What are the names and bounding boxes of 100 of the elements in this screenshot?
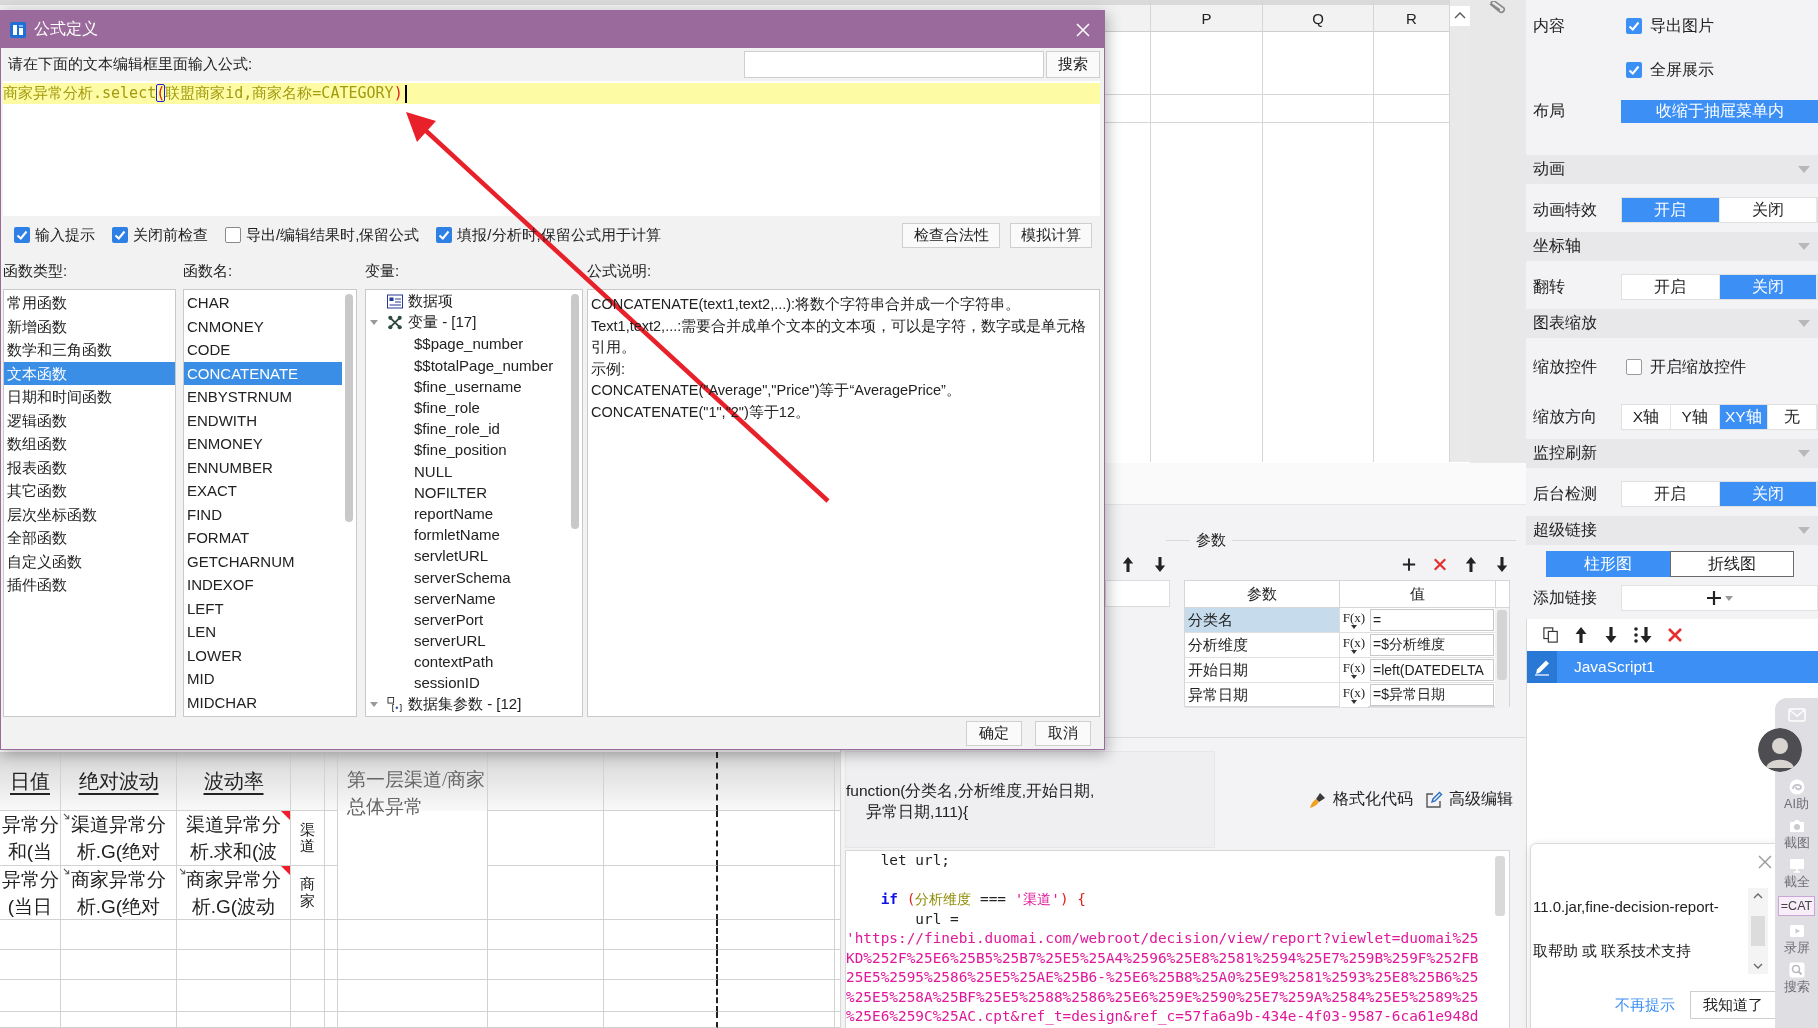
expand-caret-icon[interactable] (370, 701, 378, 707)
list-item[interactable]: LOWER (184, 643, 342, 667)
list-item[interactable]: 常用函数 (4, 291, 175, 315)
list-item[interactable]: 插件函数 (4, 573, 175, 597)
close-icon[interactable] (1758, 855, 1772, 869)
checkbox[interactable] (1626, 18, 1642, 34)
tree-item[interactable]: contextPath (414, 653, 494, 671)
list-item[interactable]: ENMONEY (184, 432, 342, 456)
section-header[interactable]: 图表缩放 (1526, 309, 1818, 338)
checkbox[interactable] (1626, 359, 1642, 375)
list-item[interactable]: CHAR (184, 291, 342, 315)
checkbox-label[interactable]: 开启缩放控件 (1650, 356, 1746, 378)
tree-item[interactable]: serverURL (414, 632, 486, 650)
tab[interactable]: 折线图 (1670, 551, 1794, 577)
checkbox-label[interactable]: 输入提示 (35, 225, 95, 245)
tree-item[interactable]: serverName (414, 589, 496, 607)
tree-item[interactable]: $fine_role (414, 399, 480, 417)
value-field[interactable]: =$分析维度 (1370, 634, 1494, 656)
checkbox[interactable] (436, 227, 453, 243)
action-button[interactable]: 检查合法性 (902, 222, 1000, 248)
checkbox[interactable] (225, 227, 241, 243)
scrollbar[interactable] (1497, 610, 1507, 680)
arrow-up-icon[interactable] (1573, 626, 1589, 644)
section-header[interactable]: 坐标轴 (1526, 232, 1818, 261)
list-item[interactable]: 报表函数 (4, 455, 175, 479)
scrollbar[interactable] (1748, 888, 1768, 974)
list-item[interactable]: 层次坐标函数 (4, 502, 175, 526)
value-field[interactable]: =$异常日期 (1370, 684, 1494, 706)
expand-caret-icon[interactable] (370, 320, 378, 326)
checkbox[interactable] (14, 227, 30, 243)
copy-icon[interactable] (1543, 626, 1559, 644)
list-item[interactable]: 日期和时间函数 (4, 385, 175, 409)
avatar[interactable] (1758, 728, 1802, 772)
list-item[interactable]: MID (184, 667, 342, 691)
sidebar-button[interactable]: AI助 (1784, 779, 1809, 811)
list-item[interactable]: INDEXOF (184, 573, 342, 597)
code-editor[interactable] (845, 850, 1510, 1028)
scrollbar[interactable] (1450, 0, 1470, 462)
list-item[interactable]: 新增函数 (4, 314, 175, 338)
list-item[interactable]: GETCHARNUM (184, 549, 342, 573)
chevron-up-icon[interactable] (1450, 6, 1470, 26)
value-field[interactable]: =left(DATEDELTA (1370, 659, 1494, 681)
list-item[interactable]: EXACT (184, 479, 342, 503)
list-item[interactable]: MIDCHAR (184, 690, 342, 714)
list-item[interactable]: LEFT (184, 596, 342, 620)
scrollbar[interactable] (1495, 856, 1505, 916)
dialog-button[interactable]: 取消 (1035, 720, 1091, 746)
tree-item[interactable]: $$page_number (414, 335, 524, 353)
delete-icon[interactable] (1667, 626, 1683, 644)
dialog-button[interactable]: 确定 (966, 720, 1022, 746)
tree-item[interactable]: 数据集参数 - [12] (408, 694, 522, 714)
list-item[interactable]: 逻辑函数 (4, 408, 175, 432)
section-header[interactable]: 监控刷新 (1526, 439, 1818, 468)
checkbox-label[interactable]: 全屏展示 (1650, 59, 1714, 81)
list-item[interactable]: 其它函数 (4, 479, 175, 503)
list-item[interactable]: ENNUMBER (184, 455, 342, 479)
arrow-down-icon[interactable] (1153, 555, 1167, 573)
list-item[interactable]: FIND (184, 502, 342, 526)
checkbox-label[interactable]: 填报/分析时,保留公式用于计算 (457, 225, 661, 245)
list-item[interactable]: 数学和三角函数 (4, 338, 175, 362)
sidebar-button[interactable]: 截全 (1783, 857, 1810, 889)
tree-item[interactable]: NULL (414, 462, 453, 480)
tree-item[interactable]: $$totalPage_number (414, 356, 554, 374)
scrollbar[interactable] (345, 294, 353, 522)
arrow-up-icon[interactable] (1121, 555, 1135, 573)
sidebar-button[interactable]: 搜索 (1783, 962, 1810, 994)
format-code-button[interactable]: 格式化代码 (1309, 789, 1413, 810)
delete-icon[interactable] (1433, 555, 1447, 573)
value-field[interactable]: = (1370, 609, 1494, 631)
checkbox-label[interactable]: 导出/编辑结果时,保留公式 (246, 225, 420, 245)
section-header[interactable]: 动画 (1526, 155, 1818, 184)
sidebar-button[interactable]: 截图 (1783, 818, 1810, 850)
tree-item[interactable]: NOFILTER (414, 483, 488, 501)
arrow-down-icon[interactable] (1603, 626, 1619, 644)
tree-item[interactable]: $fine_role_id (414, 420, 500, 438)
list-item[interactable]: CODE (184, 338, 342, 362)
tree-item[interactable]: servletURL (414, 547, 489, 565)
tree-item[interactable]: $fine_position (414, 441, 507, 459)
search-button[interactable]: 搜索 (1046, 51, 1100, 78)
list-item[interactable]: 数组函数 (4, 432, 175, 456)
checkbox[interactable] (112, 227, 128, 243)
list-item[interactable]: CNMONEY (184, 314, 342, 338)
tree-item[interactable]: 数据项 (408, 292, 453, 312)
arrow-down-icon[interactable] (1495, 555, 1509, 573)
plus-icon[interactable] (1402, 555, 1416, 573)
checkbox-label[interactable]: 导出图片 (1650, 15, 1714, 37)
arrow-up-icon[interactable] (1464, 555, 1478, 573)
tree-item[interactable]: reportName (414, 504, 494, 522)
chevron-up-icon[interactable] (1753, 893, 1763, 899)
search-field[interactable] (744, 51, 1044, 78)
tree-item[interactable]: serverSchema (414, 568, 511, 586)
sidebar-button[interactable]: 录屏 (1783, 923, 1810, 955)
dotted-arrow-down-icon[interactable] (1633, 626, 1653, 644)
list-item[interactable]: 全部函数 (4, 526, 175, 550)
parameter-name[interactable]: 分类名 (1185, 608, 1340, 632)
list-item[interactable]: 自定义函数 (4, 549, 175, 573)
tree-item[interactable]: serverPort (414, 610, 484, 628)
action-button[interactable]: 模拟计算 (1010, 222, 1092, 248)
list-item[interactable]: ENBYSTRNUM (184, 385, 342, 409)
list-item[interactable]: ENDWITH (184, 408, 342, 432)
